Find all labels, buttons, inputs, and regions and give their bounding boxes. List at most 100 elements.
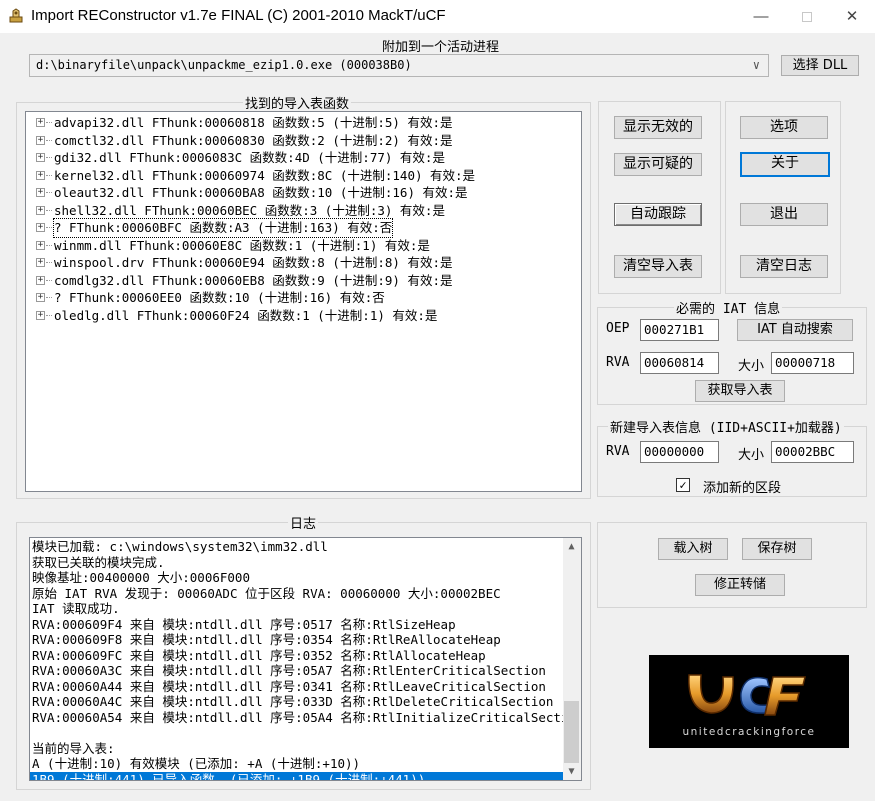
log-line[interactable]: RVA:000609F4 来自 模块:ntdll.dll 序号:0517 名称:… [30,617,563,633]
expand-icon[interactable]: + [36,135,45,145]
get-imports-button[interactable]: 获取导入表 [695,380,785,402]
tree-connector [46,297,52,298]
import-tree-item[interactable]: + winspool.drv FThunk:00060E94 函数数:8 (十进制… [26,254,581,272]
log-line[interactable]: 映像基址:00400000 大小:0006F000 [30,570,563,586]
size-field[interactable]: 00000718 [771,352,854,374]
expand-icon[interactable]: + [36,118,45,127]
import-tree-item[interactable]: + ? FThunk:00060EE0 函数数:10 (十进制:16) 有效:否 [26,289,581,307]
size-label: 大小 [738,359,765,374]
import-tree-item[interactable]: + advapi32.dll FThunk:00060818 函数数:5 (十进制… [26,114,581,132]
expand-icon[interactable]: + [36,223,45,232]
tree-connector [46,262,52,263]
save-tree-button[interactable]: 保存树 [742,538,812,560]
import-tree-item-label: kernel32.dll FThunk:00060974 函数数:8C (十进制… [54,167,476,183]
import-tree-item[interactable]: + oledlg.dll FThunk:00060F24 函数数:1 (十进制:1… [26,307,581,325]
minimize-icon: — [753,8,769,25]
import-tree-item[interactable]: + gdi32.dll FThunk:0006083C 函数数:4D (十进制:7… [26,149,581,167]
log-line[interactable]: 获取已关联的模块完成. [30,555,563,571]
log-scrollbar[interactable]: ▲ ▼ [563,538,581,780]
process-dropdown[interactable]: d:\binaryfile\unpack\unpackme_ezip1.0.ex… [29,54,769,77]
log-line[interactable]: RVA:000609F8 来自 模块:ntdll.dll 序号:0354 名称:… [30,632,563,648]
import-tree-item-label: winspool.drv FThunk:00060E94 函数数:8 (十进制:… [54,255,453,270]
app-icon [9,8,23,23]
log-line[interactable]: 原始 IAT RVA 发现于: 00060ADC 位于区段 RVA: 00060… [30,586,563,602]
import-tree-item[interactable]: + comdlg32.dll FThunk:00060EB8 函数数:9 (十进制… [26,272,581,290]
tree-connector [46,192,52,193]
import-tree-item[interactable]: + winmm.dll FThunk:00060E8C 函数数:1 (十进制:1)… [26,237,581,255]
scroll-thumb[interactable] [564,701,579,763]
import-tree-item-label: gdi32.dll FThunk:0006083C 函数数:4D (十进制:77… [54,150,445,165]
clear-imports-button[interactable]: 清空导入表 [614,255,702,278]
show-invalid-button[interactable]: 显示无效的 [614,116,702,139]
expand-icon[interactable]: + [36,293,45,302]
import-tree-item[interactable]: + kernel32.dll FThunk:00060974 函数数:8C (十进… [26,167,581,185]
log-line[interactable]: RVA:00060A3C 来自 模块:ntdll.dll 序号:05A7 名称:… [30,663,563,679]
import-tree-item-label: comdlg32.dll FThunk:00060EB8 函数数:9 (十进制:… [54,272,453,288]
log-line[interactable]: 当前的导入表: [30,741,563,757]
log-group-label: 日志 [288,513,319,532]
log-line[interactable]: RVA:000609FC 来自 模块:ntdll.dll 序号:0352 名称:… [30,648,563,664]
show-suspect-button[interactable]: 显示可疑的 [614,153,702,176]
load-tree-button[interactable]: 载入树 [658,538,728,560]
auto-trace-button[interactable]: 自动跟踪 [614,203,702,226]
pick-dll-button[interactable]: 选择 DLL [781,55,859,76]
import-tree-item[interactable]: + ? FThunk:00060BFC 函数数:A3 (十进制:163) 有效:否 [26,218,581,238]
add-section-label: 添加新的区段 [703,481,782,496]
chevron-down-icon: ∨ [752,58,760,72]
ucf-logo: unitedcrackingforce [649,655,849,748]
new-rva-field[interactable]: 00000000 [640,441,719,463]
close-icon: ✕ [845,8,859,25]
fix-dump-button[interactable]: 修正转储 [695,574,785,596]
exit-button[interactable]: 退出 [740,203,828,226]
about-button[interactable]: 关于 [740,152,830,177]
iat-autosearch-button[interactable]: IAT 自动搜索 [737,319,853,341]
tree-connector [46,209,52,211]
rva-field[interactable]: 00060814 [640,352,719,374]
log-line[interactable]: RVA:00060A54 来自 模块:ntdll.dll 序号:05A4 名称:… [30,710,563,726]
log-line[interactable]: 1B9 (十进制:441) 已导入函数. (已添加: +1B9 (十进制:+44… [30,771,563,780]
import-tree-item-label: shell32.dll FThunk:00060BEC 函数数:3 (十进制:3… [54,202,445,218]
import-tree-item[interactable]: + shell32.dll FThunk:00060BEC 函数数:3 (十进制:… [26,202,581,220]
tree-connector [46,157,52,158]
check-icon: ✓ [679,478,687,492]
expand-icon[interactable]: + [36,240,45,250]
import-tree-item-label: oledlg.dll FThunk:00060F24 函数数:1 (十进制:1)… [54,307,438,323]
options-button[interactable]: 选项 [740,116,828,139]
maximize-button[interactable] [784,0,830,33]
log-line[interactable] [30,725,563,741]
expand-icon[interactable]: + [36,170,45,180]
new-size-field[interactable]: 00002BBC [771,441,854,463]
log-list[interactable]: 模块已加载: c:\windows\system32\imm32.dll 获取已关… [29,537,582,781]
new-size-label: 大小 [738,448,765,463]
oep-field[interactable]: 000271B1 [640,319,719,341]
tree-connector [46,227,52,228]
import-tree-item[interactable]: + comctl32.dll FThunk:00060830 函数数:2 (十进制… [26,132,581,150]
scroll-up-icon[interactable]: ▲ [563,538,580,555]
expand-icon[interactable]: + [36,188,45,197]
import-tree-item-label: ? FThunk:00060BFC 函数数:A3 (十进制:163) 有效:否 [52,218,394,238]
import-tree-item-label: ? FThunk:00060EE0 函数数:10 (十进制:16) 有效:否 [54,290,385,305]
log-line[interactable]: 模块已加载: c:\windows\system32\imm32.dll [30,539,563,555]
import-tree-item-label: oleaut32.dll FThunk:00060BA8 函数数:10 (十进制… [54,185,468,200]
process-value: d:\binaryfile\unpack\unpackme_ezip1.0.ex… [36,58,412,72]
log-line[interactable]: IAT 读取成功. [30,601,563,617]
tree-connector [46,139,52,141]
clear-log-button[interactable]: 清空日志 [740,255,828,278]
expand-icon[interactable]: + [36,275,45,285]
expand-icon[interactable]: + [36,258,45,267]
import-tree-item[interactable]: + oleaut32.dll FThunk:00060BA8 函数数:10 (十进… [26,184,581,202]
new-import-group-label: 新建导入表信息 (IID+ASCII+加载器) [608,417,844,436]
close-button[interactable]: ✕ [829,0,875,33]
log-line[interactable]: RVA:00060A4C 来自 模块:ntdll.dll 序号:033D 名称:… [30,694,563,710]
expand-icon[interactable]: + [36,153,45,162]
log-line[interactable]: RVA:00060A44 来自 模块:ntdll.dll 序号:0341 名称:… [30,679,563,695]
imports-tree[interactable]: + advapi32.dll FThunk:00060818 函数数:5 (十进制… [25,111,582,492]
log-line[interactable]: A (十进制:10) 有效模块 (已添加: +A (十进制:+10)) [30,756,563,772]
expand-icon[interactable]: + [36,310,45,320]
expand-icon[interactable]: + [36,205,45,215]
add-section-checkbox[interactable]: ✓ [676,478,690,492]
minimize-button[interactable]: — [738,0,784,33]
import-tree-item-label: winmm.dll FThunk:00060E8C 函数数:1 (十进制:1) … [54,237,430,253]
tree-connector [46,174,52,176]
scroll-down-icon[interactable]: ▼ [563,763,580,780]
